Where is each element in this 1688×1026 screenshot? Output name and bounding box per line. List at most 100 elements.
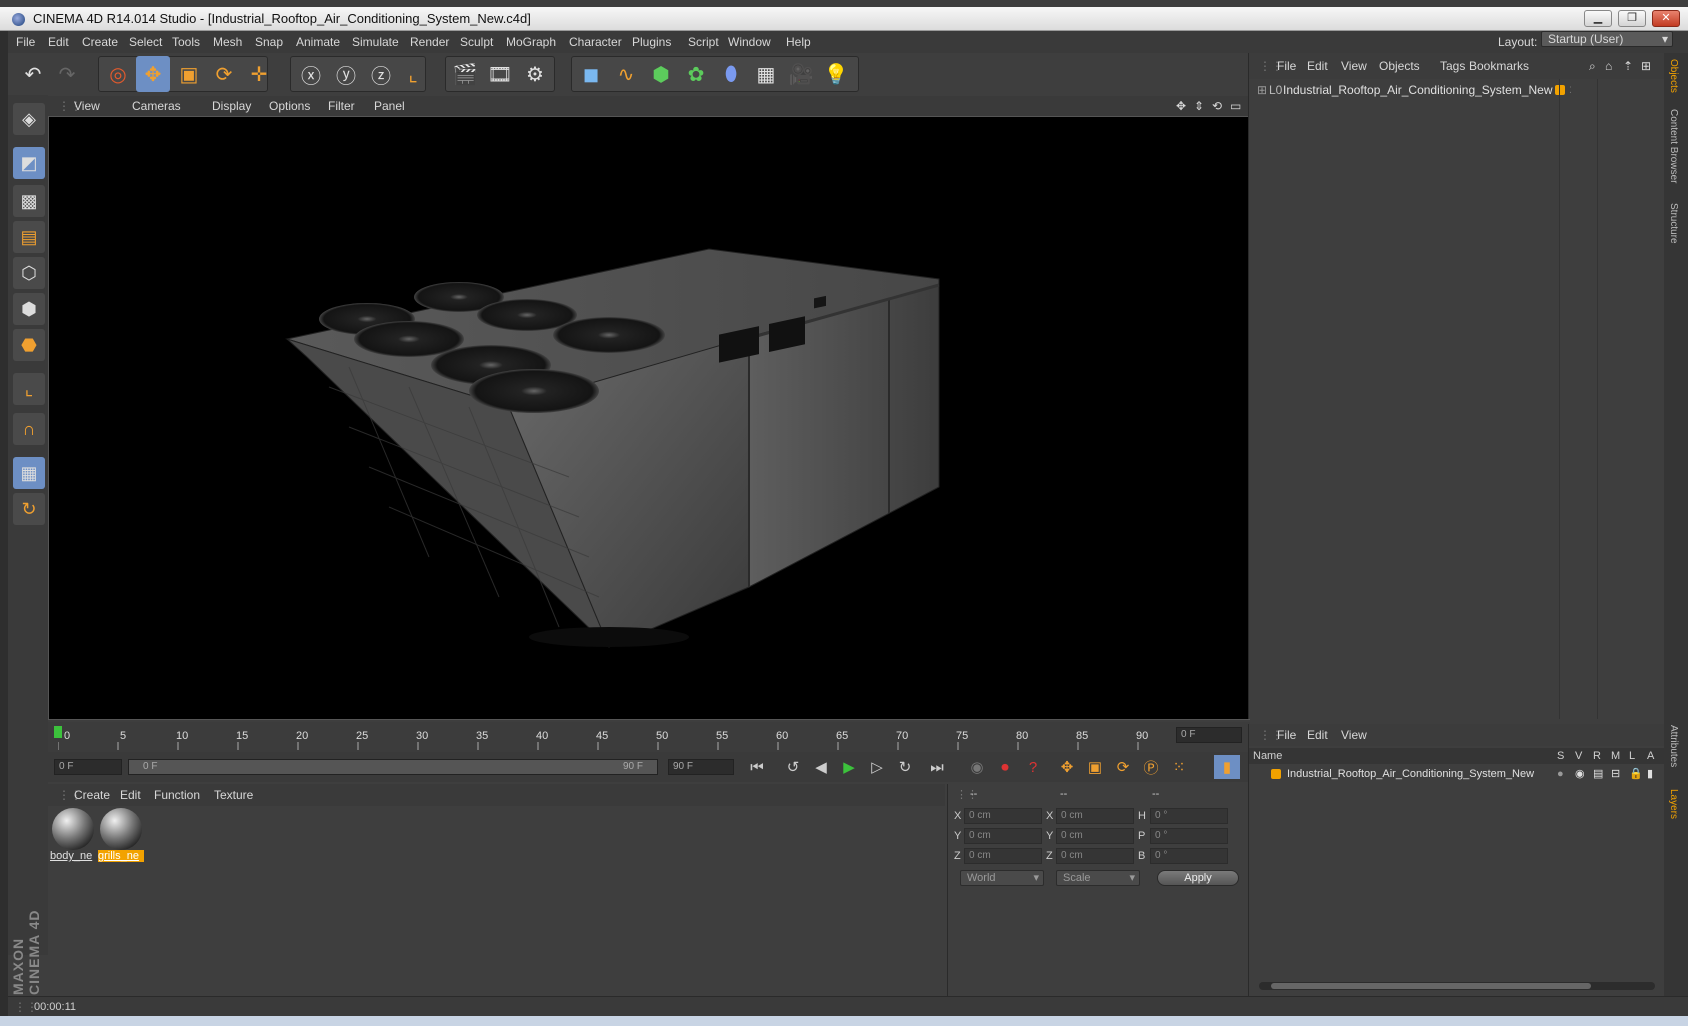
menu-sculpt[interactable]: Sculpt (460, 31, 493, 53)
pan-icon[interactable]: ✥ (1176, 96, 1186, 116)
spline-icon[interactable]: ∿ (609, 56, 643, 92)
points-mode-icon[interactable]: ⬡ (13, 257, 45, 289)
menu-tools[interactable]: Tools (172, 31, 200, 53)
tab-layers[interactable]: Layers (1668, 789, 1679, 819)
prev-key-icon[interactable]: ↺ (780, 755, 806, 779)
coordinate-mode-select[interactable]: World ▾ (960, 870, 1044, 886)
layer-col-a[interactable]: A (1647, 748, 1654, 764)
search-icon[interactable]: ⌕ (1589, 53, 1596, 79)
obj-menu-objects[interactable]: Objects (1379, 53, 1420, 79)
next-frame-icon[interactable]: ▷ (864, 755, 890, 779)
minimize-button[interactable]: ▁ (1584, 10, 1612, 27)
scale-icon[interactable]: ▣ (172, 56, 206, 92)
camera-icon[interactable]: 🎥 (784, 56, 818, 92)
z-axis-icon[interactable]: ⓩ (364, 56, 398, 92)
size-x-field[interactable]: 0 cm (1056, 808, 1134, 824)
menu-mograph[interactable]: MoGraph (506, 31, 556, 53)
prev-frame-icon[interactable]: ◀ (808, 755, 834, 779)
tab-structure[interactable]: Structure (1668, 203, 1679, 244)
rotate-icon[interactable]: ⟳ (207, 56, 241, 92)
workplane-icon[interactable]: ▤ (13, 221, 45, 253)
menu-create[interactable]: Create (82, 31, 118, 53)
size-y-field[interactable]: 0 cm (1056, 828, 1134, 844)
menu-script[interactable]: Script (688, 31, 719, 53)
undo-icon[interactable]: ↶ (16, 56, 50, 92)
edges-mode-icon[interactable]: ⬢ (13, 293, 45, 325)
apply-button[interactable]: Apply (1157, 870, 1239, 886)
play-icon[interactable]: ▶ (836, 755, 862, 779)
obj-menu-edit[interactable]: Edit (1307, 53, 1328, 79)
key-rotation-icon[interactable]: ⟳ (1110, 755, 1136, 779)
close-button[interactable]: ✕ (1652, 10, 1680, 27)
layer-col-s[interactable]: S (1557, 748, 1564, 764)
key-position-icon[interactable]: ✥ (1054, 755, 1080, 779)
locked-workplane-icon[interactable]: ▦ (13, 457, 45, 489)
layer-row[interactable]: Industrial_Rooftop_Air_Conditioning_Syst… (1249, 766, 1665, 782)
tab-content-browser[interactable]: Content Browser (1668, 109, 1679, 183)
texture-mode-icon[interactable]: ▩ (13, 185, 45, 217)
end-frame-field[interactable]: 90 F (668, 759, 734, 775)
tab-objects[interactable]: Objects (1668, 59, 1679, 93)
home-icon[interactable]: ⌂ (1605, 53, 1612, 79)
menu-edit[interactable]: Edit (48, 31, 69, 53)
obj-menu-view[interactable]: View (1341, 53, 1367, 79)
render-view-icon[interactable]: 🎬 (448, 56, 482, 92)
timeline-layout-icon[interactable]: ▮ (1214, 755, 1240, 779)
array-icon[interactable]: ✿ (679, 56, 713, 92)
layer-col-r[interactable]: R (1593, 748, 1601, 764)
material-menu-function[interactable]: Function (154, 784, 200, 806)
layer-col-v[interactable]: V (1575, 748, 1582, 764)
object-row[interactable]: ⊞ L0 Industrial_Rooftop_Air_Conditioning… (1249, 81, 1665, 99)
position-z-field[interactable]: 0 cm (964, 848, 1042, 864)
layer-menu-view[interactable]: View (1341, 724, 1367, 746)
key-parameter-icon[interactable]: Ⓟ (1138, 755, 1164, 779)
horizontal-scrollbar[interactable] (1259, 982, 1655, 990)
viewport-menu-cameras[interactable]: Cameras (132, 96, 181, 116)
start-frame-field[interactable]: 0 F (54, 759, 122, 775)
key-scale-icon[interactable]: ▣ (1082, 755, 1108, 779)
menu-character[interactable]: Character (569, 31, 622, 53)
up-icon[interactable]: ⇡ (1623, 53, 1633, 79)
cube-icon[interactable]: ◼ (574, 56, 608, 92)
visibility-dots-icon[interactable]: ⁚ (1569, 81, 1572, 99)
coordinate-system-icon[interactable]: ⌞ (396, 56, 430, 92)
material-menu-texture[interactable]: Texture (214, 784, 253, 806)
obj-menu-file[interactable]: File (1277, 53, 1296, 79)
live-selection-icon[interactable]: ◎ (101, 56, 135, 92)
nurbs-icon[interactable]: ⬢ (644, 56, 678, 92)
menu-window[interactable]: Window (728, 31, 771, 53)
timeline-ruler[interactable]: 0 5 10 15 20 25 30 35 40 45 50 55 60 65 … (48, 722, 1250, 752)
playhead[interactable] (54, 726, 62, 738)
deformer-icon[interactable]: ⬮ (714, 56, 748, 92)
position-x-field[interactable]: 0 cm (964, 808, 1042, 824)
go-to-start-icon[interactable]: ⏮ (744, 755, 770, 779)
menu-snap[interactable]: Snap (255, 31, 283, 53)
planar-workplane-icon[interactable]: ↻ (13, 493, 45, 525)
obj-menu-tags[interactable]: Tags (1440, 53, 1465, 79)
size-z-field[interactable]: 0 cm (1056, 848, 1134, 864)
menu-render[interactable]: Render (410, 31, 449, 53)
position-y-field[interactable]: 0 cm (964, 828, 1042, 844)
viewport-menu-display[interactable]: Display (212, 96, 251, 116)
material-menu-create[interactable]: Create (74, 784, 110, 806)
floor-icon[interactable]: ▦ (749, 56, 783, 92)
expand-icon[interactable]: ⊞ (1257, 81, 1267, 99)
x-axis-icon[interactable]: ⓧ (294, 56, 328, 92)
new-manager-icon[interactable]: ⊞ (1641, 53, 1651, 79)
transform-mode-select[interactable]: Scale ▾ (1056, 870, 1140, 886)
record-keys-icon[interactable]: ◉ (964, 755, 990, 779)
redo-icon[interactable]: ↷ (50, 56, 84, 92)
viewport-3d[interactable] (48, 116, 1250, 720)
add-icon[interactable]: ✛ (242, 56, 276, 92)
rotation-b-field[interactable]: 0 ° (1150, 848, 1228, 864)
manager-icon[interactable]: ⊟ (1611, 766, 1620, 782)
viewport-menu-options[interactable]: Options (269, 96, 310, 116)
go-to-end-icon[interactable]: ⏭ (924, 755, 950, 779)
lock-icon[interactable]: 🔒 (1629, 766, 1643, 782)
make-editable-icon[interactable]: ◈ (13, 103, 45, 135)
material-swatch[interactable]: grills_ne (98, 808, 144, 868)
model-mode-icon[interactable]: ◩ (13, 147, 45, 179)
obj-menu-bookmarks[interactable]: Bookmarks (1469, 53, 1529, 79)
keyframe-selection-icon[interactable]: ? (1020, 755, 1046, 779)
menu-select[interactable]: Select (129, 31, 162, 53)
